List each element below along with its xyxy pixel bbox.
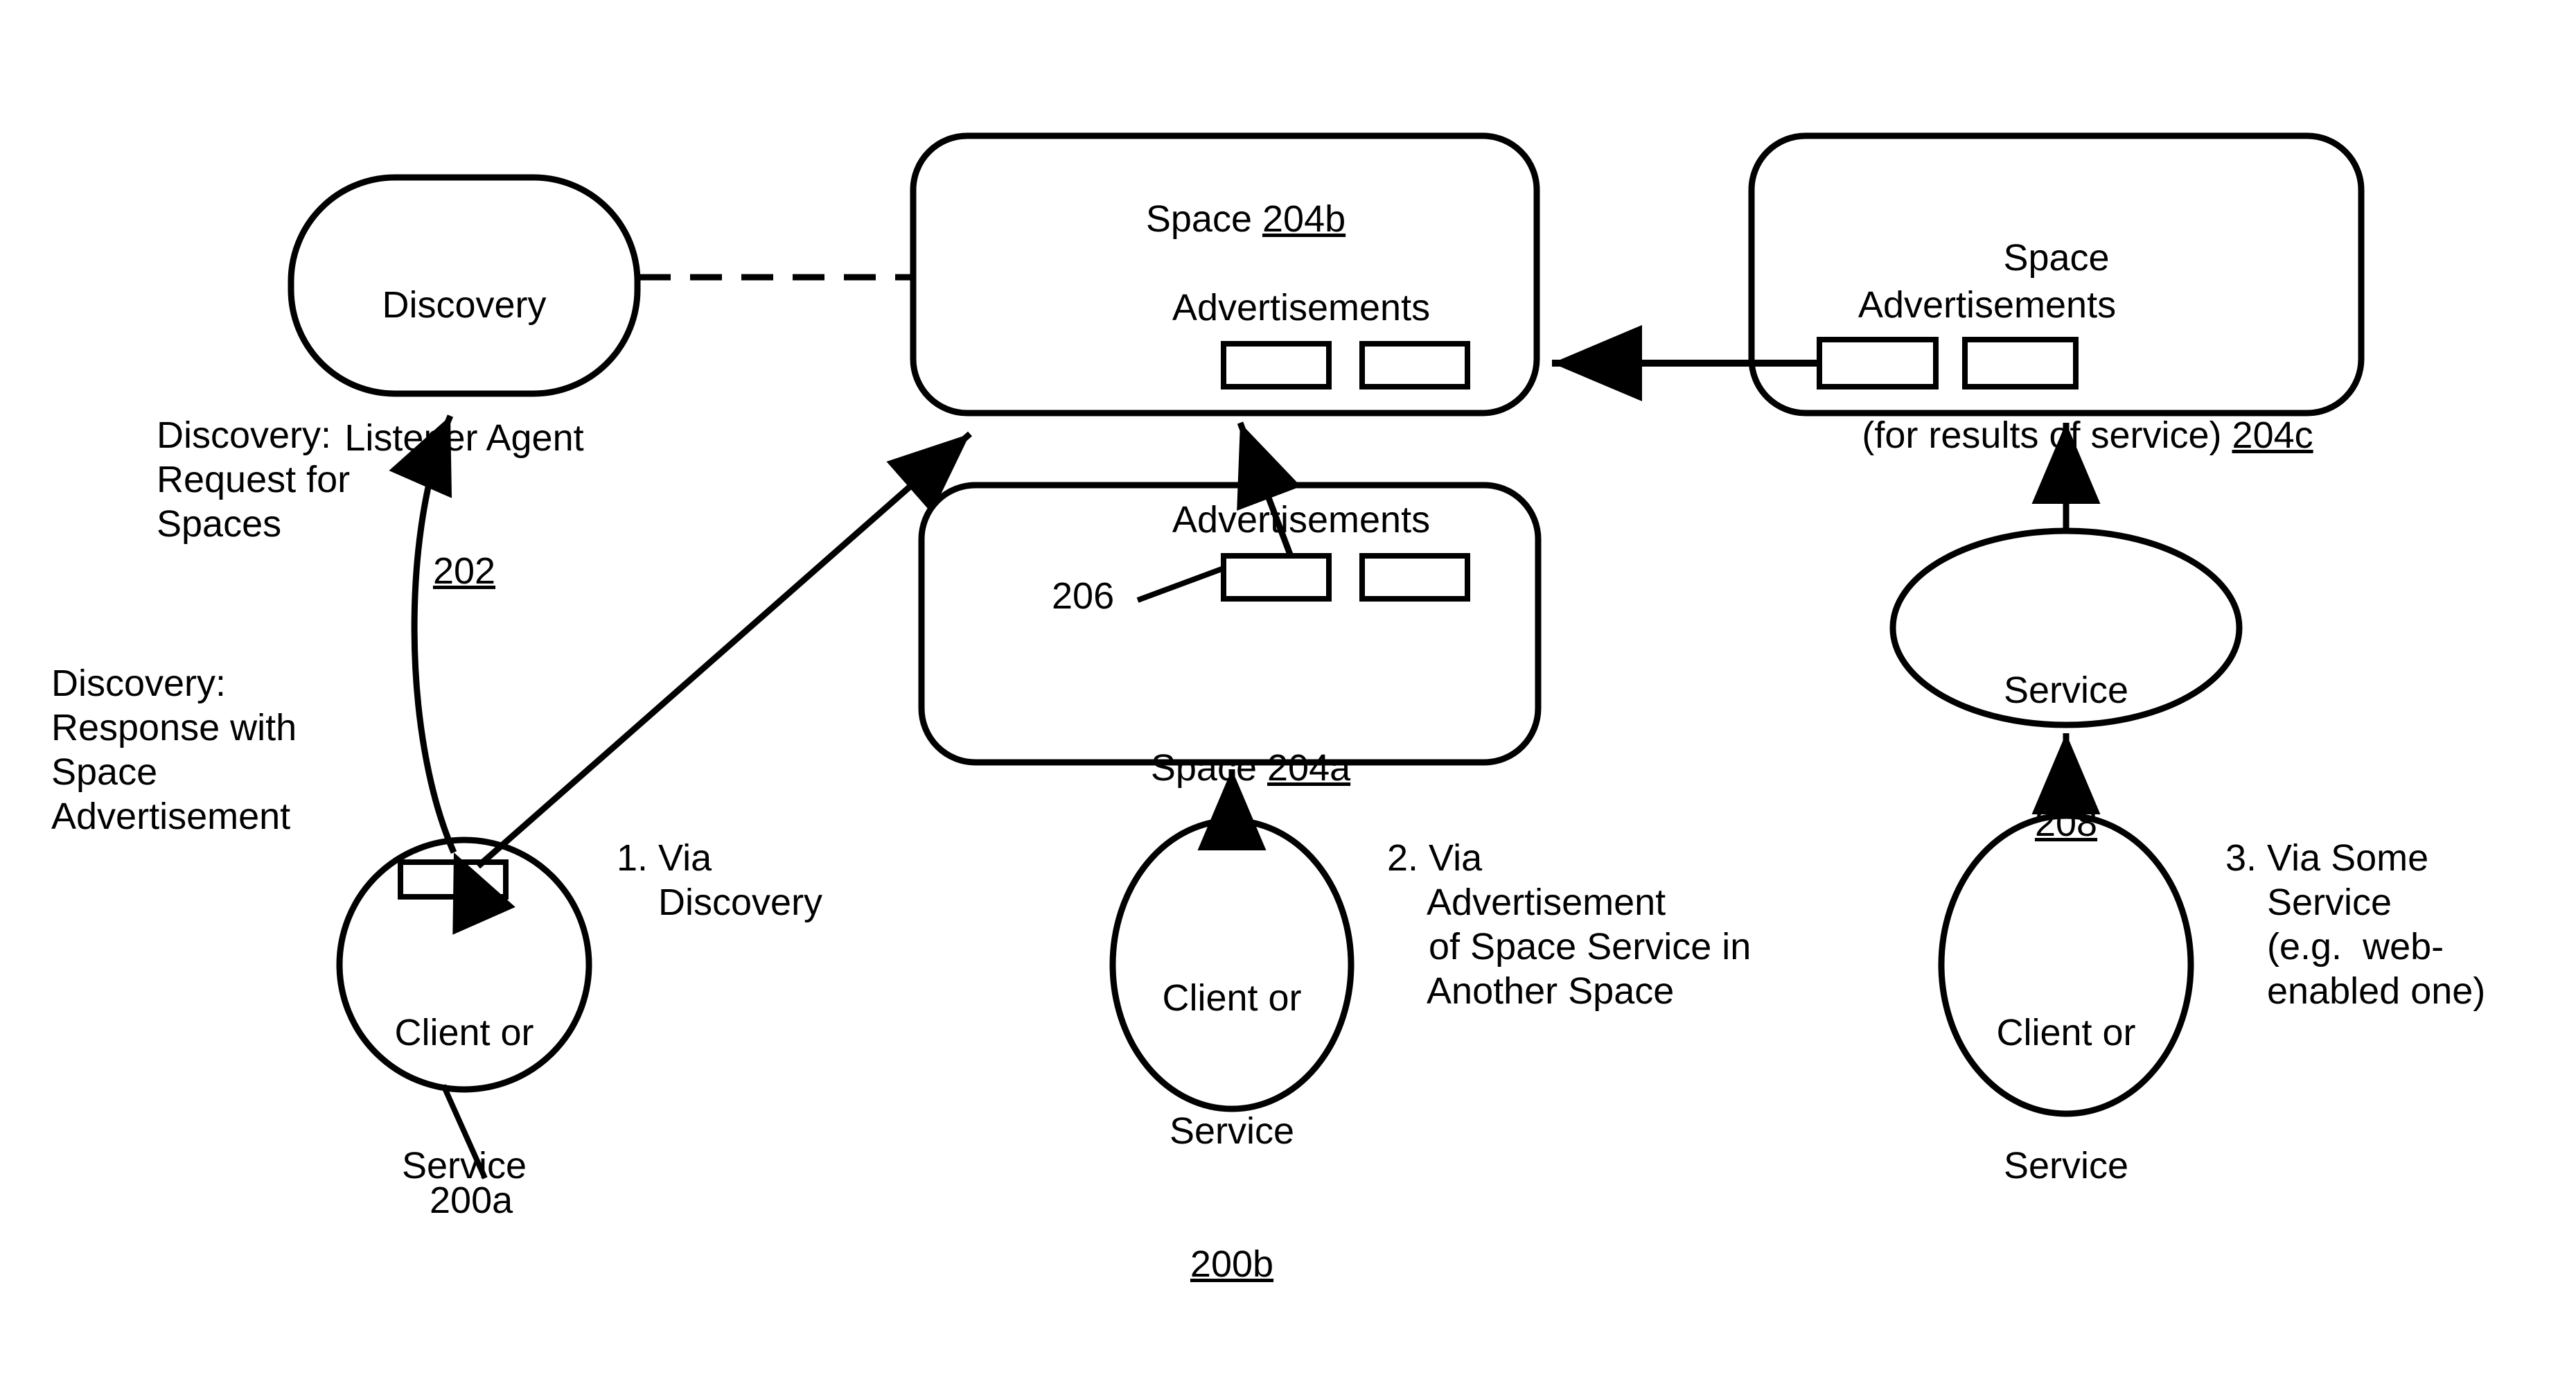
cs200a-line-1: Client or <box>394 1012 534 1053</box>
annotation-path-1: 1. Via Discovery <box>617 837 823 923</box>
callout-206-leader <box>1136 566 1225 603</box>
service-208-label: Service 208 <box>1927 579 2205 934</box>
patent-figure: Discovery Listener Agent 202 Space 204b … <box>0 0 2576 1285</box>
client-or-service-right-label: Client or Service <box>1927 922 2205 1277</box>
space-204b-advertisement-2 <box>1359 341 1470 389</box>
annotation-path-3: 3. Via Some Service (e.g. web- enabled o… <box>2225 837 2486 1012</box>
client-or-service-200a-label: Client or Service <box>326 922 603 1277</box>
annotation-discovery-request: Discovery: Request for Spaces <box>157 414 351 545</box>
space-204b-advertisement-1 <box>1221 341 1332 389</box>
space-204a-advertisements-label: Advertisements <box>1172 499 1431 541</box>
service-208-ref: 208 <box>2034 803 2098 844</box>
space-204b-title: Space 204b <box>913 152 1537 286</box>
cs-right-line-1: Client or <box>1996 1012 2136 1053</box>
client-or-service-200a-advertisement <box>398 859 509 900</box>
space-204a-ref: 204a <box>1267 747 1351 789</box>
service-208-title: Service <box>2003 669 2129 711</box>
space-204c-advertisements-label: Advertisements <box>1858 284 2117 326</box>
space-204a-title: Space 204a <box>921 701 1538 834</box>
space-204c-title: Space (for results of service) 204c <box>1752 147 2361 590</box>
space-204b-title-text: Space <box>1145 198 1252 240</box>
space-204c-title-line2: (for results of service) <box>1862 414 2222 456</box>
annotation-discovery-response: Discovery: Response with Space Advertise… <box>51 663 297 837</box>
space-204a-advertisement-2 <box>1359 553 1470 602</box>
space-204a-title-text: Space <box>1150 747 1257 789</box>
dla-line-1: Discovery <box>382 284 547 326</box>
space-204a-advertisement-1 <box>1221 553 1332 602</box>
annotation-path-2: 2. Via Advertisement of Space Service in… <box>1387 837 1752 1012</box>
client-or-service-200b-label: Client or Service 200b <box>1114 887 1350 1375</box>
dla-ref: 202 <box>432 550 496 592</box>
cs200b-ref: 200b <box>1190 1243 1274 1285</box>
callout-200a: 200a <box>430 1180 513 1221</box>
cs-right-line-2: Service <box>2003 1145 2129 1186</box>
space-204b-ref: 204b <box>1262 198 1346 240</box>
cs200b-line-1: Client or <box>1162 977 1302 1019</box>
space-204b-advertisements-label: Advertisements <box>1172 287 1431 329</box>
cs200b-line-2: Service <box>1169 1110 1295 1152</box>
space-204c-ref: 204c <box>2232 414 2313 456</box>
space-204c-title-line1: Space <box>2003 237 2110 279</box>
space-204a-ad-callout-206: 206 <box>1052 575 1115 617</box>
